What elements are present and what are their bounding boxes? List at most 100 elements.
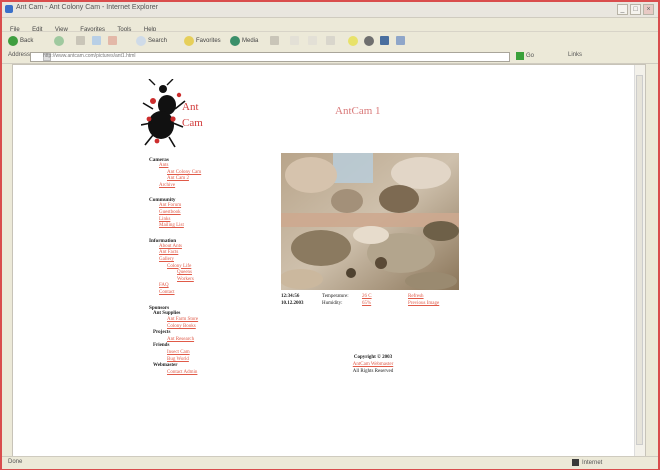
messenger-button[interactable] — [348, 35, 360, 46]
nav-link[interactable]: About Ants — [149, 244, 269, 251]
nav-link[interactable]: Guestbook — [149, 210, 269, 217]
refresh-link[interactable]: Refresh — [408, 293, 471, 300]
browser-window: Ant Cam - Ant Colony Cam - Internet Expl… — [0, 0, 660, 470]
toolbar: Back Search Favorites Media — [2, 31, 658, 51]
refresh-icon — [92, 36, 101, 45]
stop-button[interactable] — [76, 35, 87, 46]
nav-link[interactable]: Workers — [149, 277, 269, 284]
close-button[interactable]: × — [643, 4, 654, 15]
links-button[interactable]: Links — [568, 52, 582, 58]
vertical-scrollbar[interactable] — [634, 65, 645, 457]
info-label: Humidity: — [322, 301, 343, 306]
nav-link[interactable]: Ant Forum — [149, 203, 269, 210]
search-icon — [136, 35, 146, 46]
mail-icon — [290, 36, 299, 45]
refresh-button[interactable] — [92, 35, 103, 46]
nav-link[interactable]: Ant Colony Cam — [149, 170, 269, 177]
address-bar: Address http://www.antcam.com/pictures/a… — [2, 50, 658, 64]
address-url: http://www.antcam.com/pictures/ant1.html — [43, 53, 136, 59]
tools-button[interactable] — [396, 35, 407, 46]
side-navigation: Cameras Ants Ant Colony Cam Ant Cam 2 Ar… — [149, 157, 269, 376]
go-button[interactable]: Go — [516, 52, 534, 60]
back-arrow-icon — [8, 35, 18, 46]
capture-time: 12:34:56 — [281, 294, 300, 299]
table-row: 12:34:56 Temperature: 26 C Refresh — [281, 293, 471, 300]
print-icon — [308, 36, 317, 45]
window-title: Ant Cam - Ant Colony Cam - Internet Expl… — [16, 4, 158, 11]
home-icon — [108, 36, 117, 45]
forward-button[interactable] — [54, 35, 66, 46]
go-arrow-icon — [516, 52, 524, 60]
mail-button[interactable] — [290, 35, 301, 46]
menu-bar: File Edit View Favorites Tools Help — [2, 18, 658, 33]
nav-group-title: Ant Supplies — [153, 310, 181, 316]
nav-group-title: Webmaster — [153, 363, 178, 369]
stop-icon — [76, 36, 85, 45]
image-info-table: 12:34:56 Temperature: 26 C Refresh 10.12… — [281, 293, 471, 307]
nav-group-title: Projects — [153, 330, 171, 336]
print-button[interactable] — [308, 35, 319, 46]
info-value[interactable]: 65% — [362, 300, 408, 307]
globe-icon — [572, 459, 579, 466]
maximize-button[interactable]: □ — [630, 4, 641, 15]
nav-link[interactable]: Ants — [149, 163, 269, 170]
search-label: Search — [148, 37, 168, 44]
nav-group-title: Friends — [153, 343, 170, 349]
research-button[interactable] — [380, 35, 391, 46]
history-icon — [270, 36, 279, 45]
page-viewport: Ant Cam AntCam 1 Cameras Ants Ant Colony… — [12, 64, 646, 458]
edit-button[interactable] — [326, 35, 337, 46]
nav-link[interactable]: Mailing List — [149, 223, 269, 230]
media-button[interactable]: Media — [230, 35, 258, 46]
status-text: Done — [8, 459, 23, 465]
research-icon — [380, 36, 389, 45]
page-title: AntCam 1 — [335, 105, 381, 117]
browser-icon — [5, 5, 13, 13]
nav-link[interactable]: Ant Research — [149, 337, 269, 344]
table-row: 10.12.2003 Humidity: 65% Previous Image — [281, 300, 471, 307]
home-button[interactable] — [108, 35, 119, 46]
copyright-text: Copyright © 2003 — [353, 355, 393, 360]
nav-link[interactable]: Insect Cam — [149, 350, 269, 357]
tools-icon — [396, 36, 405, 45]
minimize-button[interactable]: _ — [617, 4, 628, 15]
address-input[interactable]: http://www.antcam.com/pictures/ant1.html — [30, 52, 510, 62]
info-value[interactable]: 26 C — [362, 293, 408, 300]
nav-link[interactable]: Ant Cam 2 — [149, 176, 269, 183]
zone-indicator: Internet — [572, 459, 602, 466]
favorites-label: Favorites — [196, 37, 221, 44]
webmaster-link[interactable]: AntCam Webmaster — [313, 361, 433, 368]
webcam-image[interactable] — [281, 153, 459, 290]
zone-label: Internet — [582, 459, 603, 466]
back-button[interactable]: Back — [8, 35, 33, 46]
nav-link[interactable]: Bug World — [149, 357, 269, 364]
status-bar: Done Internet — [2, 456, 658, 469]
nav-link[interactable]: FAQ — [149, 283, 269, 290]
antcam-logo[interactable] — [141, 79, 231, 149]
nav-link[interactable]: Ant Facts — [149, 250, 269, 257]
rights-text: All Rights Reserved — [352, 369, 394, 374]
capture-date: 10.12.2003 — [281, 301, 304, 306]
discuss-button[interactable] — [364, 35, 376, 46]
nav-link[interactable]: Ant Farm Store — [149, 317, 269, 324]
page-footer: Copyright © 2003 AntCam Webmaster All Ri… — [313, 354, 433, 375]
logo-word-cam: Cam — [182, 117, 203, 129]
nav-link[interactable]: Colony Books — [149, 324, 269, 331]
edit-icon — [326, 36, 335, 45]
scrollbar-thumb[interactable] — [636, 75, 643, 445]
forward-arrow-icon — [54, 35, 64, 46]
nav-link[interactable]: Contact — [149, 290, 269, 297]
nav-link[interactable]: Links — [149, 217, 269, 224]
search-button[interactable]: Search — [136, 35, 167, 46]
nav-link[interactable]: Contact Admin — [149, 370, 269, 377]
history-button[interactable] — [270, 35, 281, 46]
nav-link[interactable]: Colony Life — [149, 264, 269, 271]
previous-image-link[interactable]: Previous Image — [408, 300, 471, 307]
messenger-icon — [348, 35, 358, 46]
logo-word-ant: Ant — [182, 101, 199, 113]
nav-link[interactable]: Queens — [149, 270, 269, 277]
media-icon — [230, 35, 240, 46]
nav-link[interactable]: Archive — [149, 183, 269, 190]
favorites-button[interactable]: Favorites — [184, 35, 221, 46]
nav-link[interactable]: Gallery — [149, 257, 269, 264]
